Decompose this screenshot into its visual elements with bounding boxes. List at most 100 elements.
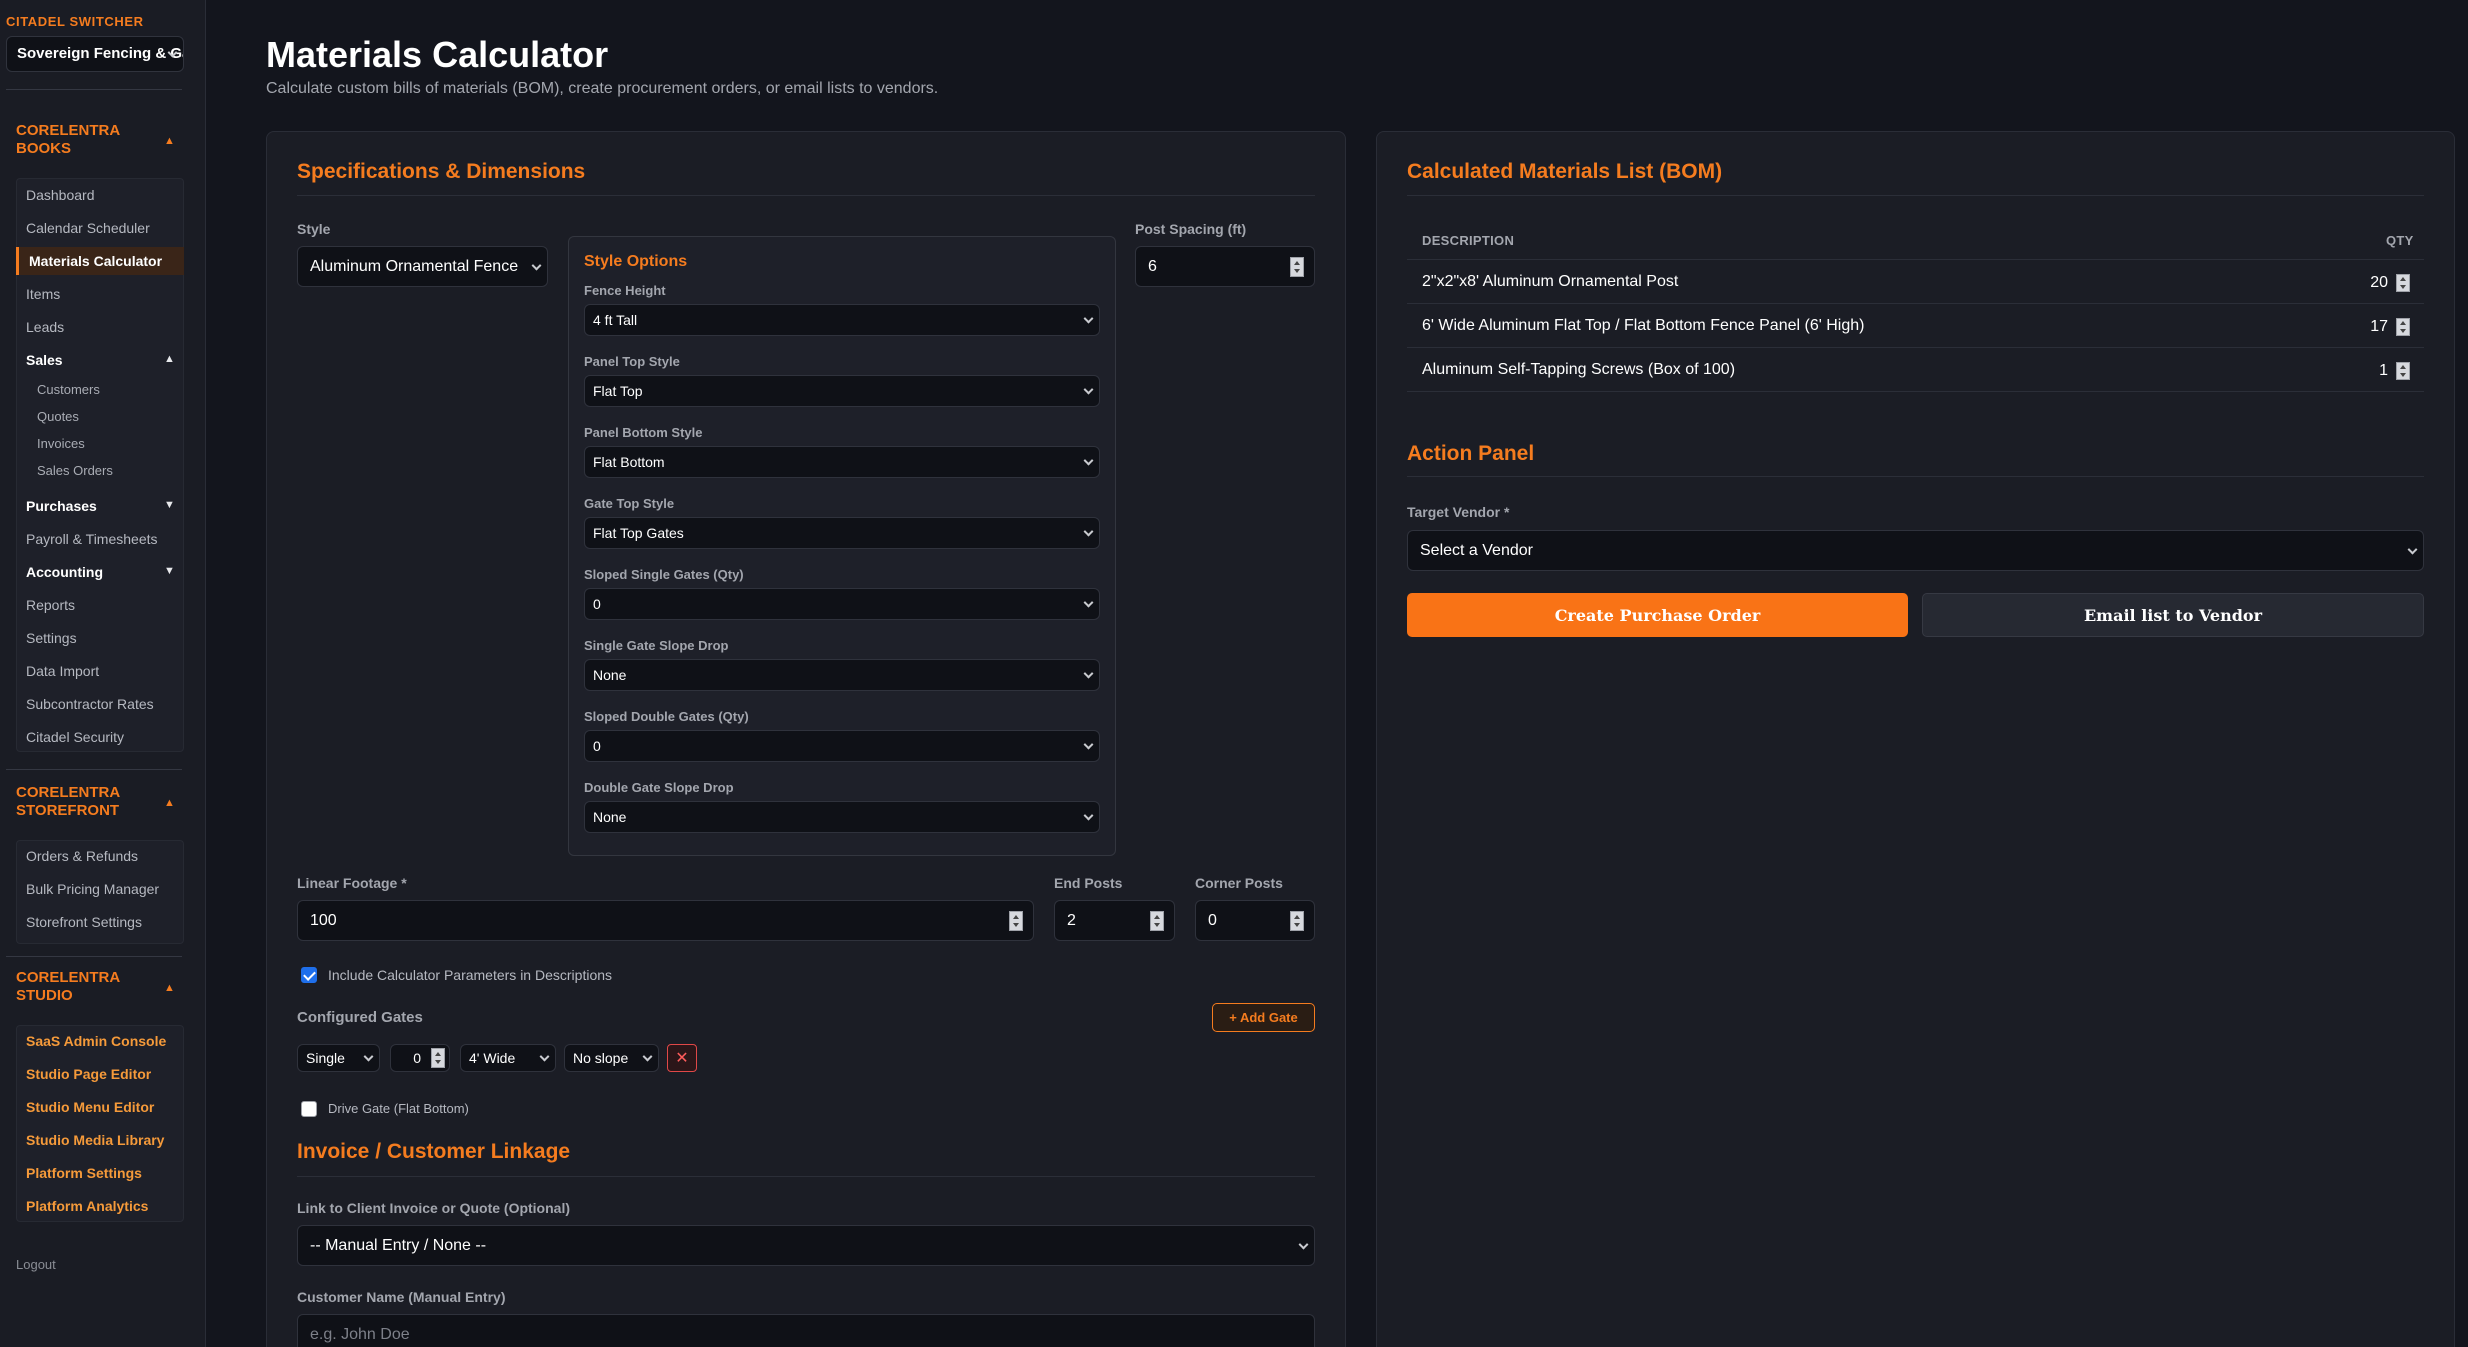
column-header-description: DESCRIPTION (1422, 233, 1515, 248)
nav-payroll-timesheets[interactable]: Payroll & Timesheets (26, 530, 158, 548)
caret-up-icon[interactable]: ▲ (164, 135, 175, 147)
gate-qty-input[interactable]: 0 (390, 1044, 450, 1072)
nav-saas-admin-console[interactable]: SaaS Admin Console (26, 1032, 166, 1050)
create-purchase-order-button[interactable]: Create Purchase Order (1407, 593, 1908, 637)
nav-purchases[interactable]: Purchases (26, 497, 97, 515)
bom-row-qty-input[interactable]: 20 (2366, 272, 2410, 294)
add-gate-button[interactable]: + Add Gate (1212, 1003, 1315, 1032)
nav-calendar-scheduler[interactable]: Calendar Scheduler (26, 219, 150, 237)
linear-footage-input[interactable]: 100 (297, 900, 1034, 941)
caret-down-icon[interactable]: ▼ (164, 499, 175, 511)
nav-quotes[interactable]: Quotes (37, 409, 79, 424)
customer-name-label: Customer Name (Manual Entry) (297, 1289, 506, 1305)
bom-row-qty-input[interactable]: 1 (2366, 360, 2410, 382)
page-subtitle: Calculate custom bills of materials (BOM… (266, 80, 939, 97)
single-gate-slope-drop-select[interactable]: None (584, 659, 1100, 691)
chevron-down-icon (1083, 739, 1094, 750)
nav-accounting[interactable]: Accounting (26, 563, 103, 581)
caret-up-icon[interactable]: ▲ (164, 797, 175, 809)
end-posts-label: End Posts (1054, 875, 1123, 891)
nav-items[interactable]: Items (26, 285, 60, 303)
double-gate-slope-drop-select[interactable]: None (584, 801, 1100, 833)
target-vendor-select[interactable]: Select a Vendor (1407, 530, 2424, 571)
number-spinner-icon[interactable] (431, 1048, 445, 1068)
style-options-title: Style Options (584, 253, 688, 270)
nav-orders-refunds[interactable]: Orders & Refunds (26, 847, 138, 865)
nav-citadel-security[interactable]: Citadel Security (26, 728, 124, 746)
linkage-title: Invoice / Customer Linkage (297, 1140, 571, 1163)
nav-materials-calculator[interactable]: Materials Calculator (29, 252, 162, 270)
email-list-to-vendor-button[interactable]: Email list to Vendor (1922, 593, 2424, 637)
post-spacing-input[interactable]: 6 (1135, 246, 1315, 287)
gate-type-select[interactable]: Single (297, 1044, 380, 1072)
corner-posts-label: Corner Posts (1195, 875, 1283, 891)
style-options-box: Style Options Fence Height 4 ft Tall Pan… (568, 236, 1116, 856)
chevron-down-icon (539, 1051, 550, 1062)
gate-width-select[interactable]: 4' Wide (460, 1044, 556, 1072)
number-spinner-icon[interactable] (2396, 362, 2410, 380)
nav-studio-page-editor[interactable]: Studio Page Editor (26, 1065, 151, 1083)
nav-reports[interactable]: Reports (26, 596, 75, 614)
style-label: Style (297, 221, 331, 237)
number-spinner-icon[interactable] (1009, 910, 1023, 931)
bom-row-description: 2"x2"x8' Aluminum Ornamental Post (1422, 273, 1679, 290)
nav-sales-orders[interactable]: Sales Orders (37, 463, 113, 478)
caret-up-icon[interactable]: ▲ (164, 982, 175, 994)
remove-gate-button[interactable]: ✕ (667, 1044, 697, 1072)
gate-slope-select[interactable]: No slope (564, 1044, 659, 1072)
number-spinner-icon[interactable] (1290, 256, 1304, 277)
number-spinner-icon[interactable] (1150, 910, 1164, 931)
tenant-switcher-value: Sovereign Fencing & Ga (17, 45, 184, 62)
nav-customers[interactable]: Customers (37, 382, 100, 397)
caret-up-icon[interactable]: ▲ (164, 353, 175, 365)
caret-down-icon[interactable]: ▼ (164, 565, 175, 577)
style-select[interactable]: Aluminum Ornamental Fence (297, 246, 548, 287)
number-spinner-icon[interactable] (2396, 318, 2410, 336)
sloped-single-gates-select[interactable]: 0 (584, 588, 1100, 620)
nav-platform-settings[interactable]: Platform Settings (26, 1164, 142, 1182)
nav-subcontractor-rates[interactable]: Subcontractor Rates (26, 695, 154, 713)
end-posts-input[interactable]: 2 (1054, 900, 1175, 941)
link-invoice-select[interactable]: -- Manual Entry / None -- (297, 1225, 1315, 1266)
divider (1407, 259, 2424, 260)
section-studio-title[interactable]: CORELENTRA STUDIO (16, 969, 146, 1005)
nav-platform-analytics[interactable]: Platform Analytics (26, 1197, 148, 1215)
nav-studio-menu-editor[interactable]: Studio Menu Editor (26, 1098, 154, 1116)
chevron-down-icon (642, 1051, 653, 1062)
single-gate-slope-drop-label: Single Gate Slope Drop (584, 638, 729, 653)
nav-studio-media-library[interactable]: Studio Media Library (26, 1131, 164, 1149)
panel-top-style-label: Panel Top Style (584, 354, 680, 369)
drive-gate-checkbox[interactable] (301, 1101, 317, 1117)
gate-top-style-select[interactable]: Flat Top Gates (584, 517, 1100, 549)
logout-link[interactable]: Logout (16, 1257, 56, 1272)
nav-settings[interactable]: Settings (26, 629, 77, 647)
tenant-switcher-select[interactable]: Sovereign Fencing & Ga (6, 36, 184, 72)
customer-name-input[interactable]: e.g. John Doe (297, 1314, 1315, 1347)
nav-data-import[interactable]: Data Import (26, 662, 99, 680)
number-spinner-icon[interactable] (2396, 274, 2410, 292)
gate-top-style-label: Gate Top Style (584, 496, 675, 511)
nav-invoices[interactable]: Invoices (37, 436, 85, 451)
linear-footage-label: Linear Footage * (297, 875, 407, 891)
link-invoice-label: Link to Client Invoice or Quote (Optiona… (297, 1200, 570, 1216)
section-books-title[interactable]: CORELENTRA BOOKS (16, 122, 146, 158)
end-posts-value: 2 (1067, 911, 1076, 929)
nav-sales[interactable]: Sales (26, 351, 63, 369)
fence-height-select[interactable]: 4 ft Tall (584, 304, 1100, 336)
number-spinner-icon[interactable] (1290, 910, 1304, 931)
nav-leads[interactable]: Leads (26, 318, 64, 336)
sloped-double-gates-select[interactable]: 0 (584, 730, 1100, 762)
bom-row-qty-input[interactable]: 17 (2366, 316, 2410, 338)
panel-top-style-select[interactable]: Flat Top (584, 375, 1100, 407)
nav-storefront-settings[interactable]: Storefront Settings (26, 913, 142, 931)
corner-posts-input[interactable]: 0 (1195, 900, 1315, 941)
include-params-checkbox[interactable] (301, 967, 317, 983)
divider (1407, 303, 2424, 304)
chevron-down-icon (1083, 597, 1094, 608)
sloped-single-gates-label: Sloped Single Gates (Qty) (584, 567, 744, 582)
panel-bottom-style-select[interactable]: Flat Bottom (584, 446, 1100, 478)
section-storefront-title[interactable]: CORELENTRA STOREFRONT (16, 784, 146, 820)
nav-bulk-pricing-manager[interactable]: Bulk Pricing Manager (26, 880, 159, 898)
nav-dashboard[interactable]: Dashboard (26, 186, 95, 204)
sloped-single-gates-value: 0 (593, 596, 601, 612)
